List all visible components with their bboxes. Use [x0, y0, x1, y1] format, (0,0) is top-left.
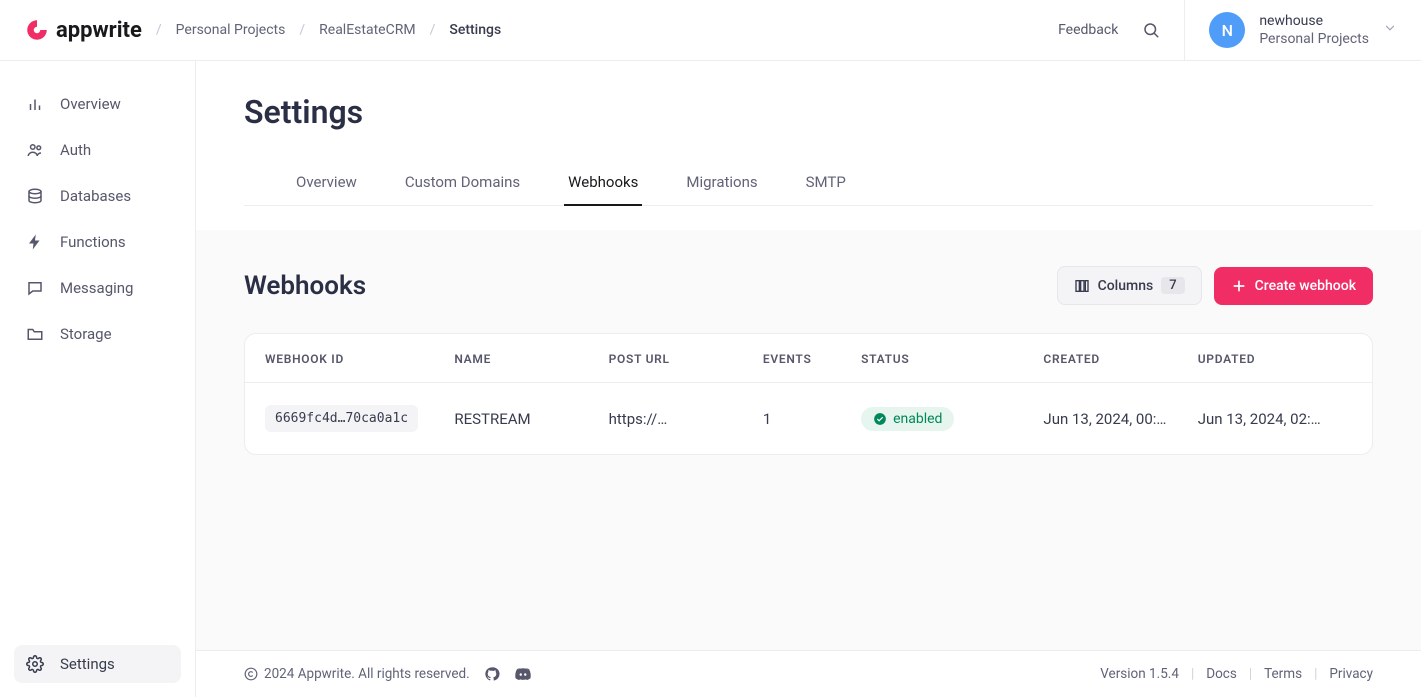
footer-terms[interactable]: Terms: [1264, 666, 1302, 682]
th-status: STATUS: [861, 352, 1043, 366]
breadcrumb-separator: /: [299, 22, 305, 38]
sidebar-item-label: Functions: [60, 233, 126, 251]
status-badge: enabled: [861, 407, 954, 431]
check-circle-icon: [873, 412, 887, 426]
th-webhook-id: WEBHOOK ID: [265, 352, 454, 366]
webhook-updated: Jun 13, 2024, 02:…: [1198, 410, 1352, 428]
plus-icon: [1231, 278, 1247, 294]
avatar: N: [1209, 12, 1245, 48]
gear-icon: [26, 655, 44, 673]
th-name: NAME: [454, 352, 608, 366]
search-icon[interactable]: [1142, 21, 1160, 39]
sidebar-item-label: Auth: [60, 141, 91, 159]
tab-smtp[interactable]: SMTP: [802, 159, 850, 205]
sidebar-item-databases[interactable]: Databases: [14, 177, 181, 215]
tab-custom-domains[interactable]: Custom Domains: [401, 159, 524, 205]
tab-migrations[interactable]: Migrations: [682, 159, 761, 205]
breadcrumb-separator: /: [156, 22, 162, 38]
sidebar-item-label: Storage: [60, 325, 112, 343]
tabs: Overview Custom Domains Webhooks Migrati…: [244, 159, 1373, 206]
columns-icon: [1074, 278, 1090, 294]
th-events: EVENTS: [763, 352, 861, 366]
table-row[interactable]: 6669fc4d…70ca0a1c RESTREAM https://… 1 e…: [245, 382, 1372, 454]
th-post-url: POST URL: [609, 352, 763, 366]
th-updated: UPDATED: [1198, 352, 1352, 366]
tab-label: Overview: [296, 173, 357, 191]
webhook-post-url: https://…: [609, 410, 763, 428]
section-title: Webhooks: [244, 271, 366, 301]
account-name: newhouse: [1259, 12, 1369, 30]
users-icon: [26, 141, 44, 159]
columns-button[interactable]: Columns 7: [1057, 266, 1202, 305]
tab-overview[interactable]: Overview: [292, 159, 361, 205]
th-created: CREATED: [1043, 352, 1197, 366]
message-icon: [26, 279, 44, 297]
chevron-down-icon: [1383, 21, 1397, 39]
sidebar-item-label: Databases: [60, 187, 131, 205]
account-menu[interactable]: N newhouse Personal Projects: [1184, 0, 1397, 61]
footer-copyright: 2024 Appwrite. All rights reserved.: [264, 666, 470, 682]
tab-label: Webhooks: [568, 173, 638, 191]
footer-version: Version 1.5.4: [1100, 666, 1179, 682]
tab-label: Custom Domains: [405, 173, 520, 191]
sidebar-item-label: Messaging: [60, 279, 133, 297]
database-icon: [26, 187, 44, 205]
copyright-icon: [244, 667, 258, 681]
webhook-name: RESTREAM: [454, 410, 608, 428]
bolt-icon: [26, 233, 44, 251]
sidebar: Overview Auth Databases Functions Messag…: [0, 61, 196, 697]
webhook-created: Jun 13, 2024, 00:…: [1043, 410, 1197, 428]
tab-label: SMTP: [806, 173, 846, 191]
page-title: Settings: [244, 93, 1373, 131]
breadcrumb-org[interactable]: Personal Projects: [176, 22, 286, 38]
chart-icon: [26, 95, 44, 113]
breadcrumb-current: Settings: [449, 22, 501, 38]
create-webhook-button[interactable]: Create webhook: [1214, 267, 1373, 305]
sidebar-item-label: Settings: [60, 655, 115, 673]
github-icon[interactable]: [484, 666, 500, 682]
create-webhook-label: Create webhook: [1255, 278, 1356, 294]
breadcrumb-project[interactable]: RealEstateCRM: [319, 22, 415, 38]
footer: 2024 Appwrite. All rights reserved. Vers…: [196, 650, 1421, 697]
footer-privacy[interactable]: Privacy: [1329, 666, 1373, 682]
columns-button-label: Columns: [1098, 278, 1154, 294]
sidebar-item-messaging[interactable]: Messaging: [14, 269, 181, 307]
feedback-link[interactable]: Feedback: [1058, 22, 1118, 38]
columns-count: 7: [1161, 277, 1184, 294]
sidebar-item-storage[interactable]: Storage: [14, 315, 181, 353]
webhook-id: 6669fc4d…70ca0a1c: [265, 405, 418, 432]
breadcrumb: / Personal Projects / RealEstateCRM / Se…: [156, 22, 501, 38]
logo[interactable]: appwrite: [24, 17, 142, 43]
sidebar-item-overview[interactable]: Overview: [14, 85, 181, 123]
sidebar-item-functions[interactable]: Functions: [14, 223, 181, 261]
logo-mark-icon: [24, 17, 50, 43]
sidebar-item-label: Overview: [60, 95, 121, 113]
tab-webhooks[interactable]: Webhooks: [564, 159, 642, 205]
folder-icon: [26, 325, 44, 343]
webhooks-table: WEBHOOK ID NAME POST URL EVENTS STATUS C…: [244, 333, 1373, 455]
sidebar-item-settings[interactable]: Settings: [14, 645, 181, 683]
account-org: Personal Projects: [1259, 30, 1369, 48]
status-text: enabled: [893, 411, 942, 427]
avatar-initial: N: [1222, 21, 1233, 40]
tab-label: Migrations: [686, 173, 757, 191]
discord-icon[interactable]: [514, 665, 532, 683]
logo-text: appwrite: [56, 18, 142, 43]
breadcrumb-separator: /: [430, 22, 436, 38]
footer-docs[interactable]: Docs: [1206, 666, 1237, 682]
sidebar-item-auth[interactable]: Auth: [14, 131, 181, 169]
webhook-events: 1: [763, 410, 861, 428]
